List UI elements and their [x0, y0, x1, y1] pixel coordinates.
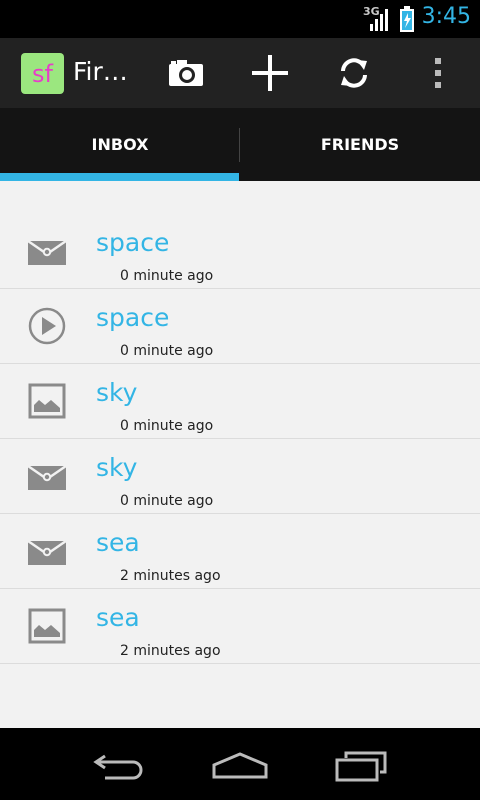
status-bar: 3G 3:45 [0, 0, 480, 38]
refresh-button[interactable] [326, 48, 382, 98]
refresh-icon [341, 58, 367, 88]
message-title: space [96, 303, 170, 332]
message-time: 2 minutes ago [120, 568, 221, 584]
camera-icon [169, 60, 203, 86]
add-icon [252, 55, 288, 91]
envelope-icon [27, 239, 67, 265]
add-button[interactable] [242, 48, 298, 98]
battery-charging-icon [400, 6, 414, 32]
action-bar: sf Fir… [0, 38, 480, 108]
recent-apps-button[interactable] [330, 746, 390, 786]
tab-friends[interactable]: FRIENDS [240, 108, 480, 181]
message-time: 0 minute ago [120, 343, 214, 359]
message-title: space [96, 228, 170, 257]
back-icon [93, 754, 143, 780]
home-button[interactable] [210, 746, 270, 786]
envelope-icon [27, 539, 67, 565]
message-title: sky [96, 378, 138, 407]
camera-button[interactable] [158, 48, 214, 98]
navigation-bar [0, 728, 480, 800]
message-title: sea [96, 528, 140, 557]
selected-tab-indicator [0, 173, 239, 181]
message-time: 0 minute ago [120, 418, 214, 434]
tab-inbox[interactable]: INBOX [0, 108, 240, 181]
recent-apps-icon [335, 751, 387, 782]
list-item[interactable]: space 0 minute ago [0, 214, 480, 289]
tab-bar: INBOX FRIENDS [0, 108, 480, 181]
message-title: sky [96, 453, 138, 482]
image-icon [28, 383, 66, 419]
play-icon [28, 307, 66, 345]
overflow-menu-button[interactable] [410, 48, 466, 98]
message-title: sea [96, 603, 140, 632]
image-icon [28, 608, 66, 644]
list-item[interactable]: space 0 minute ago [0, 289, 480, 364]
home-icon [212, 752, 268, 779]
message-time: 0 minute ago [120, 268, 214, 284]
overflow-menu-icon [435, 58, 441, 88]
app-icon[interactable]: sf [21, 53, 64, 94]
signal-icon [370, 9, 388, 31]
envelope-icon [27, 464, 67, 490]
back-button[interactable] [90, 746, 150, 786]
message-time: 2 minutes ago [120, 643, 221, 659]
list-item[interactable]: sky 0 minute ago [0, 439, 480, 514]
list-item[interactable]: sea 2 minutes ago [0, 514, 480, 589]
app-title: Fir… [73, 57, 128, 86]
clock: 3:45 [421, 4, 471, 29]
list-item[interactable]: sea 2 minutes ago [0, 589, 480, 664]
list-item[interactable]: sky 0 minute ago [0, 364, 480, 439]
message-list: space 0 minute ago space 0 minute ago sk… [0, 214, 480, 664]
message-time: 0 minute ago [120, 493, 214, 509]
